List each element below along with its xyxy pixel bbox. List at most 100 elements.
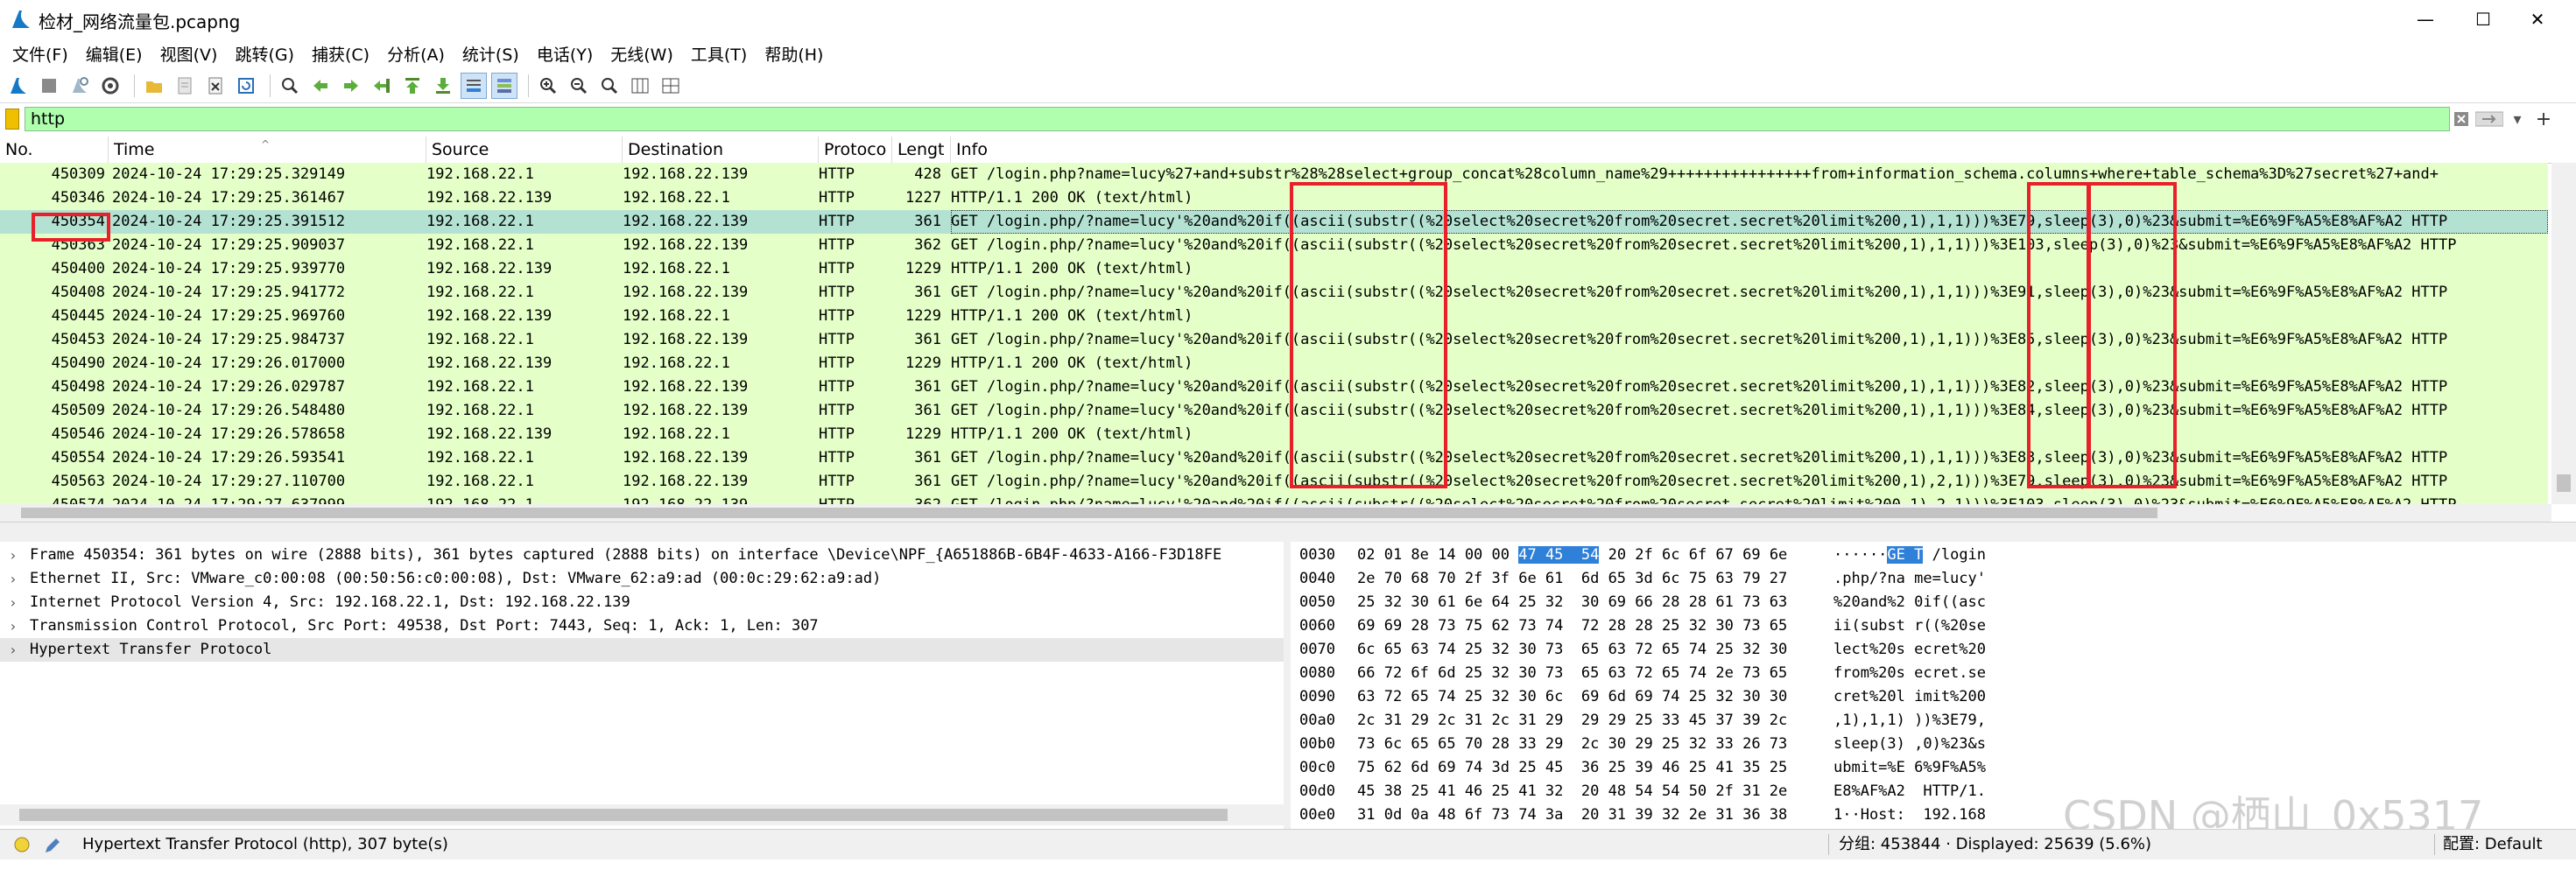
zoom-out-icon[interactable] — [566, 73, 592, 99]
stop-capture-icon[interactable] — [36, 73, 62, 99]
status-profile[interactable]: 配置: Default — [2443, 830, 2543, 859]
bookmark-icon[interactable] — [5, 109, 19, 130]
toolbar-separator — [134, 74, 135, 97]
toolbar-separator — [270, 74, 271, 97]
expand-arrow-icon[interactable]: › — [9, 591, 23, 614]
menu-capture[interactable]: 捕获(C) — [305, 42, 377, 66]
packet-info-cell: HTTP/1.1 200 OK (text/html) — [951, 425, 1193, 443]
detail-http[interactable]: › Hypertext Transfer Protocol — [0, 638, 1284, 662]
bytes-row[interactable]: 00c0 75 62 6d 69 74 3d 25 45 36 25 39 46 … — [1291, 756, 2576, 780]
bytes-row[interactable]: 0030 02 01 8e 14 00 00 47 45 54 20 2f 6c … — [1291, 544, 2576, 567]
save-file-icon[interactable] — [172, 73, 198, 99]
bytes-ascii-part: .php/?na me=lucy' — [1833, 570, 1986, 587]
column-header-destination[interactable]: Destination — [623, 137, 819, 163]
bytes-hex-part: 66 72 6f 6d 25 32 30 73 65 63 72 65 74 2… — [1357, 664, 1788, 682]
restart-capture-icon[interactable] — [67, 73, 93, 99]
packet-dst-cell: 192.168.22.1 — [623, 354, 730, 372]
go-forward-icon[interactable] — [338, 73, 364, 99]
first-packet-icon[interactable] — [399, 73, 426, 99]
close-file-icon[interactable] — [202, 73, 229, 99]
bytes-row[interactable]: 0080 66 72 6f 6d 25 32 30 73 65 63 72 65 … — [1291, 662, 2576, 685]
packet-info-cell: GET /login.php/?name=lucy'%20and%20if((a… — [951, 284, 2448, 301]
edit-comment-icon[interactable] — [42, 830, 61, 859]
clear-filter-icon[interactable] — [2452, 109, 2471, 130]
menu-statistics[interactable]: 统计(S) — [455, 42, 526, 66]
detail-ipv4[interactable]: › Internet Protocol Version 4, Src: 192.1… — [0, 591, 1284, 614]
display-filter-input[interactable]: http — [25, 107, 2450, 131]
packet-proto-cell: HTTP — [819, 378, 855, 396]
scrollbar-thumb[interactable] — [21, 508, 2157, 518]
bytes-hex-part: 63 72 65 74 25 32 30 6c 69 6d 69 74 25 3… — [1357, 688, 1788, 705]
packet-src-cell: 192.168.22.139 — [426, 260, 553, 277]
packet-src-cell: 192.168.22.139 — [426, 354, 553, 372]
start-capture-icon[interactable] — [5, 73, 32, 99]
bytes-row[interactable]: 00a0 2c 31 29 2c 31 2c 31 29 29 29 25 33 … — [1291, 709, 2576, 733]
bytes-offset: 00b0 — [1299, 735, 1335, 753]
bytes-offset: 0030 — [1299, 546, 1335, 564]
open-file-icon[interactable] — [141, 73, 167, 99]
bytes-ascii: .php/?na me=lucy' — [1833, 567, 1986, 591]
layout-icon[interactable] — [658, 73, 684, 99]
reload-file-icon[interactable] — [233, 73, 259, 99]
scrollbar-thumb[interactable] — [19, 809, 1228, 821]
go-to-packet-icon[interactable] — [369, 73, 395, 99]
autoscroll-icon[interactable] — [461, 72, 487, 99]
capture-options-icon[interactable] — [97, 73, 123, 99]
packet-proto-cell: HTTP — [819, 402, 855, 419]
bytes-hex-part: 69 69 28 73 75 62 73 74 72 28 28 25 32 3… — [1357, 617, 1788, 635]
packet-list-vertical-scrollbar[interactable] — [2551, 163, 2576, 504]
menu-analyze[interactable]: 分析(A) — [380, 42, 452, 66]
expand-arrow-icon[interactable]: › — [9, 614, 23, 638]
menu-view[interactable]: 视图(V) — [153, 42, 225, 66]
packet-len-cell: 1229 — [905, 260, 941, 277]
resize-columns-icon[interactable] — [627, 73, 653, 99]
column-header-source[interactable]: Source — [426, 137, 623, 163]
expand-arrow-icon[interactable]: › — [9, 567, 23, 591]
colorize-icon[interactable] — [491, 72, 517, 99]
last-packet-icon[interactable] — [430, 73, 456, 99]
expand-arrow-icon[interactable]: › — [9, 544, 23, 567]
column-header-length[interactable]: Lengt — [892, 137, 951, 163]
bytes-row[interactable]: 0090 63 72 65 74 25 32 30 6c 69 6d 69 74 … — [1291, 685, 2576, 709]
menu-tools[interactable]: 工具(T) — [684, 42, 754, 66]
packet-no-cell: 450453 — [51, 331, 105, 348]
bytes-row[interactable]: 00b0 73 6c 65 65 70 28 33 29 2c 30 29 25 … — [1291, 733, 2576, 756]
details-horizontal-scrollbar[interactable] — [0, 804, 1284, 825]
column-header-info[interactable]: Info — [951, 137, 2551, 163]
close-icon[interactable]: ✕ — [2497, 0, 2576, 39]
menu-help[interactable]: 帮助(H) — [757, 42, 830, 66]
packet-info-cell: GET /login.php/?name=lucy'%20and%20if((a… — [951, 210, 2548, 234]
pane-splitter[interactable] — [0, 522, 2576, 543]
detail-frame[interactable]: › Frame 450354: 361 bytes on wire (2888 b… — [0, 544, 1284, 567]
menu-go[interactable]: 跳转(G) — [228, 42, 301, 66]
expert-info-icon[interactable] — [12, 830, 32, 859]
menu-telephony[interactable]: 电话(Y) — [530, 42, 600, 66]
packet-src-cell: 192.168.22.1 — [426, 402, 534, 419]
bytes-row[interactable]: 0070 6c 65 63 74 25 32 30 73 65 63 72 65 … — [1291, 638, 2576, 662]
find-packet-icon[interactable] — [277, 73, 303, 99]
bytes-hex-part: 45 38 25 41 46 25 41 32 20 48 54 54 50 2… — [1357, 782, 1788, 800]
bytes-offset: 00c0 — [1299, 759, 1335, 776]
go-back-icon[interactable] — [307, 73, 334, 99]
column-header-protocol[interactable]: Protoco — [819, 137, 892, 163]
expand-arrow-icon[interactable]: › — [9, 638, 23, 662]
vertical-pane-splitter[interactable] — [1284, 542, 1291, 829]
column-header-no[interactable]: No. — [0, 137, 109, 163]
normal-size-icon[interactable] — [596, 73, 623, 99]
apply-filter-icon[interactable] — [2474, 109, 2504, 130]
packet-list-horizontal-scrollbar[interactable] — [0, 504, 2551, 522]
add-filter-button-icon[interactable]: + — [2532, 109, 2555, 130]
zoom-in-icon[interactable] — [535, 73, 561, 99]
menu-file[interactable]: 文件(F) — [5, 42, 75, 66]
detail-tcp[interactable]: › Transmission Control Protocol, Src Port… — [0, 614, 1284, 638]
packet-row[interactable]: 4505742024-10-24 17:29:27.637999 192.168.… — [0, 494, 2548, 504]
bytes-row[interactable]: 0060 69 69 28 73 75 62 73 74 72 28 28 25 … — [1291, 614, 2576, 638]
scrollbar-thumb[interactable] — [2557, 474, 2571, 492]
filter-dropdown-icon[interactable]: ▾ — [2508, 109, 2527, 130]
bytes-row[interactable]: 0040 2e 70 68 70 2f 3f 6e 61 6d 65 3d 6c … — [1291, 567, 2576, 591]
bytes-row[interactable]: 0050 25 32 30 61 6e 64 25 32 30 69 66 28 … — [1291, 591, 2576, 614]
menu-edit[interactable]: 编辑(E) — [79, 42, 150, 66]
menu-wireless[interactable]: 无线(W) — [603, 42, 680, 66]
detail-ethernet[interactable]: › Ethernet II, Src: VMware_c0:00:08 (00:5… — [0, 567, 1284, 591]
packet-src-cell: 192.168.22.1 — [426, 331, 534, 348]
